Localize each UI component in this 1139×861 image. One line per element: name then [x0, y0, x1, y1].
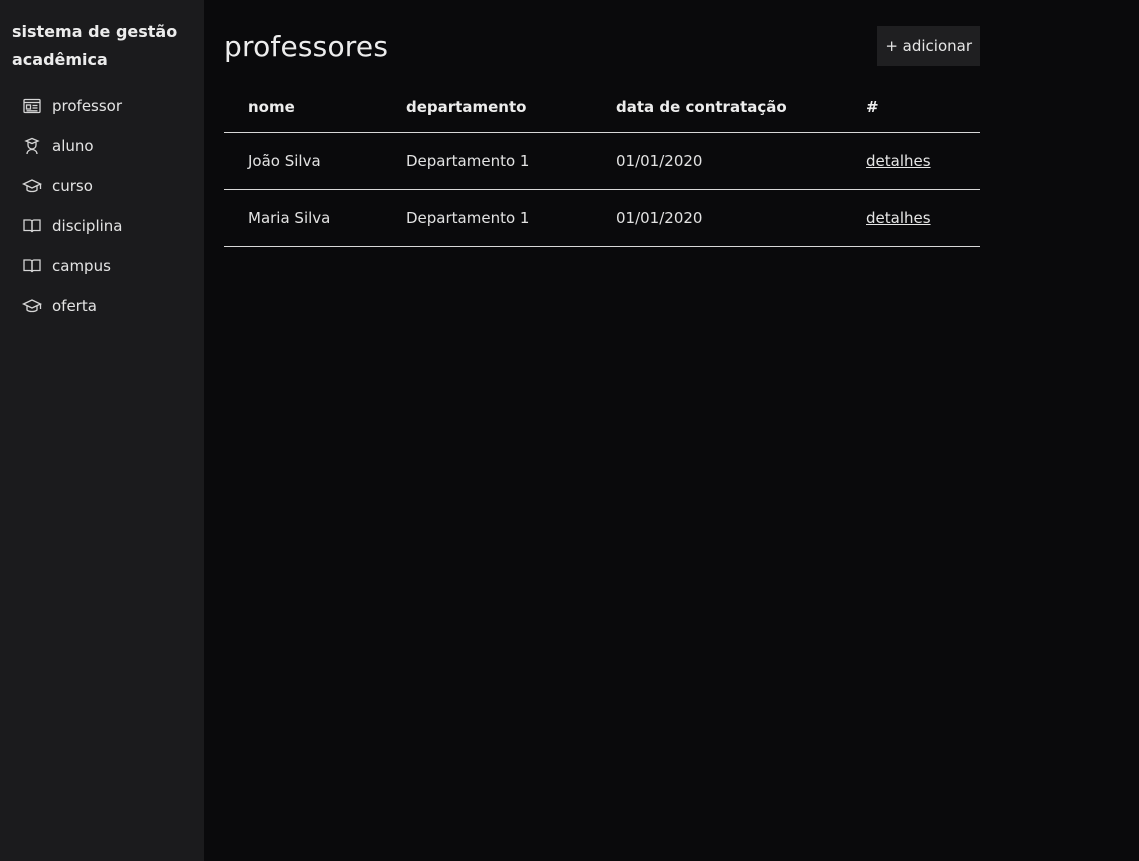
app: sistema de gestão acadêmica professor al…: [0, 0, 1139, 861]
book-icon: [22, 216, 42, 236]
sidebar-item-professor[interactable]: professor: [12, 86, 204, 126]
cell-nome: João Silva: [224, 132, 382, 190]
app-title: sistema de gestão acadêmica: [12, 22, 178, 69]
sidebar-item-label: oferta: [52, 297, 97, 315]
details-link[interactable]: detalhes: [866, 152, 931, 170]
add-button[interactable]: + adicionar: [877, 26, 980, 66]
graduation-cap-icon: [22, 176, 42, 196]
book-icon: [22, 256, 42, 276]
page-header: professores + adicionar: [224, 24, 980, 68]
professors-table: nome departamento data de contratação # …: [224, 82, 980, 247]
cell-departamento: Departamento 1: [382, 132, 592, 190]
table-header-row: nome departamento data de contratação #: [224, 82, 980, 133]
id-card-icon: [22, 96, 42, 116]
student-icon: [22, 136, 42, 156]
sidebar-item-label: curso: [52, 177, 93, 195]
cell-data: 01/01/2020: [592, 132, 842, 190]
sidebar-item-label: disciplina: [52, 217, 123, 235]
column-header-data: data de contratação: [592, 82, 842, 133]
sidebar-item-disciplina[interactable]: disciplina: [12, 206, 204, 246]
column-header-departamento: departamento: [382, 82, 592, 133]
sidebar-item-oferta[interactable]: oferta: [12, 286, 204, 326]
cell-actions: detalhes: [842, 189, 980, 247]
table-row: João Silva Departamento 1 01/01/2020 det…: [224, 132, 980, 190]
page-title: professores: [224, 29, 389, 63]
graduation-cap-icon: [22, 296, 42, 316]
sidebar: sistema de gestão acadêmica professor al…: [0, 0, 204, 861]
column-header-actions: #: [842, 82, 980, 133]
column-header-nome: nome: [224, 82, 382, 133]
details-link[interactable]: detalhes: [866, 209, 931, 227]
cell-data: 01/01/2020: [592, 189, 842, 247]
sidebar-item-curso[interactable]: curso: [12, 166, 204, 206]
sidebar-nav: professor aluno curso disciplina campus …: [12, 86, 204, 326]
sidebar-item-label: professor: [52, 97, 123, 115]
sidebar-item-label: campus: [52, 257, 111, 275]
sidebar-item-aluno[interactable]: aluno: [12, 126, 204, 166]
main-content: professores + adicionar nome departament…: [204, 0, 1139, 861]
table-row: Maria Silva Departamento 1 01/01/2020 de…: [224, 189, 980, 247]
sidebar-item-campus[interactable]: campus: [12, 246, 204, 286]
cell-nome: Maria Silva: [224, 189, 382, 247]
cell-departamento: Departamento 1: [382, 189, 592, 247]
sidebar-item-label: aluno: [52, 137, 94, 155]
cell-actions: detalhes: [842, 132, 980, 190]
